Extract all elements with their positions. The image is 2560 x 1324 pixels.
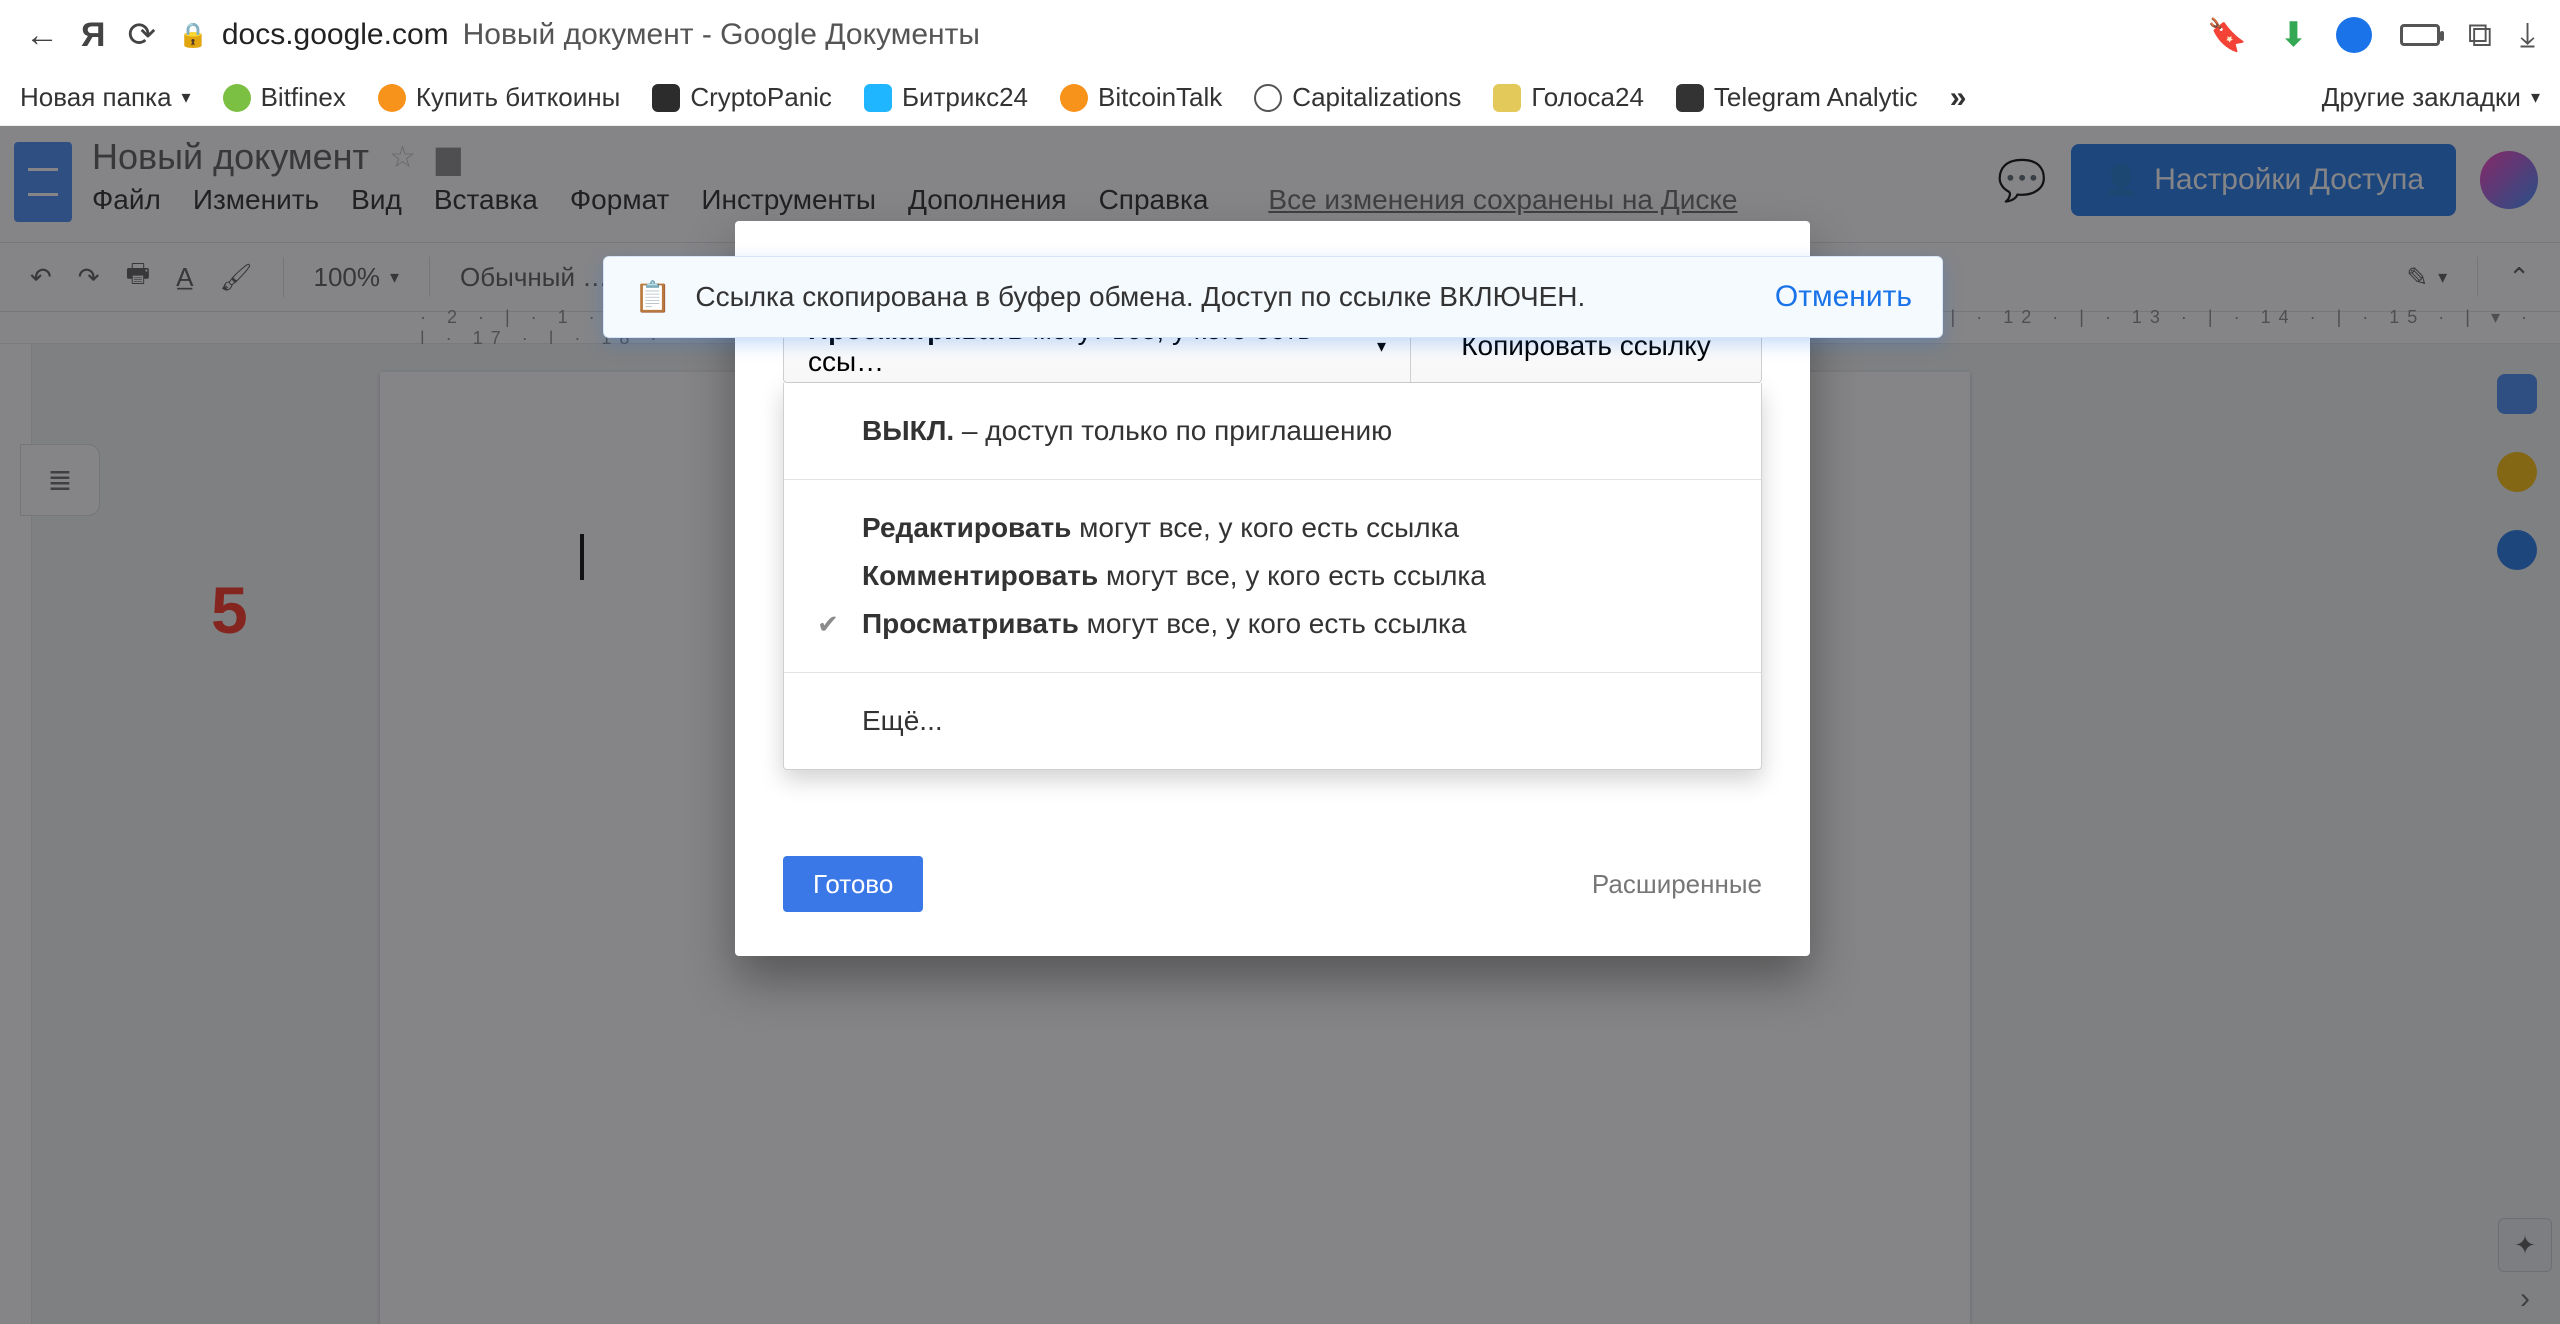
url-domain: docs.google.com xyxy=(222,18,449,52)
translate-icon[interactable]: ⧉ xyxy=(2468,16,2492,55)
bookmark-label: Другие закладки xyxy=(2322,82,2521,113)
downloads-icon[interactable]: ⬇ xyxy=(2279,15,2308,55)
bookmark-label: Купить биткоины xyxy=(416,82,620,113)
option-comment-rest: могут все, у кого есть ссылка xyxy=(1098,560,1486,591)
cryptopanic-icon xyxy=(652,84,680,112)
option-view-rest: могут все, у кого есть ссылка xyxy=(1079,608,1467,639)
url-title: Новый документ - Google Документы xyxy=(463,18,980,52)
copy-link-toast: 📋 Ссылка скопирована в буфер обмена. Дос… xyxy=(603,256,1943,338)
battery-icon xyxy=(2400,24,2440,46)
option-edit-rest: могут все, у кого есть ссылка xyxy=(1071,512,1459,543)
toast-message: Ссылка скопирована в буфер обмена. Досту… xyxy=(695,281,1751,313)
chevron-down-icon: ▾ xyxy=(1377,336,1386,357)
option-more[interactable]: Ещё... xyxy=(812,697,1733,745)
advanced-link[interactable]: Расширенные xyxy=(1592,869,1762,900)
reload-icon[interactable]: ⟳ xyxy=(127,15,156,55)
bookmark-label: Битрикс24 xyxy=(902,82,1028,113)
bitcoin-icon xyxy=(1060,84,1088,112)
download-arrow-icon[interactable]: ⤓ xyxy=(2520,16,2535,55)
golosa24-icon xyxy=(1493,84,1521,112)
bookmark-label: Голоса24 xyxy=(1531,82,1644,113)
bookmark-label: Новая папка xyxy=(20,82,172,113)
clipboard-icon: 📋 xyxy=(634,280,671,315)
option-comment[interactable]: Комментировать могут все, у кого есть сс… xyxy=(812,552,1733,600)
chevron-down-icon: ▾ xyxy=(2531,87,2540,108)
option-edit[interactable]: Редактировать могут все, у кого есть ссы… xyxy=(812,504,1733,552)
bm-capitalizations[interactable]: Capitalizations xyxy=(1254,82,1461,113)
bookmarks-overflow[interactable]: » xyxy=(1950,81,1967,115)
bookmark-label: Capitalizations xyxy=(1292,82,1461,113)
back-icon[interactable]: ← xyxy=(25,16,59,55)
browser-right-icons: ⬇ ⧉ ⤓ xyxy=(2279,15,2535,55)
bm-buy-bitcoin[interactable]: Купить биткоины xyxy=(378,82,620,113)
bm-cryptopanic[interactable]: CryptoPanic xyxy=(652,82,832,113)
bookmarks-bar: Новая папка ▾ Bitfinex Купить биткоины C… xyxy=(0,70,2560,126)
docs-app: Новый документ ☆ ▆ Файл Изменить Вид Вст… xyxy=(0,126,2560,1324)
check-icon: ✔ xyxy=(812,609,844,640)
bm-telegram-analytics[interactable]: Telegram Analytic xyxy=(1676,82,1918,113)
extension-icon[interactable] xyxy=(2336,17,2372,53)
done-button[interactable]: Готово xyxy=(783,856,923,912)
option-off[interactable]: ВЫКЛ. – доступ только по приглашению xyxy=(812,407,1733,455)
browser-toolbar: ← Я ⟳ 🔒 docs.google.com Новый документ -… xyxy=(0,0,2560,70)
coinmarketcap-icon xyxy=(1254,84,1282,112)
bar-chart-icon xyxy=(1676,84,1704,112)
toast-undo-button[interactable]: Отменить xyxy=(1775,280,1912,314)
option-view-bold: Просматривать xyxy=(862,608,1079,639)
option-edit-bold: Редактировать xyxy=(862,512,1071,543)
bm-bitcointalk[interactable]: BitcoinTalk xyxy=(1060,82,1222,113)
yandex-icon[interactable]: Я xyxy=(81,16,105,55)
option-comment-bold: Комментировать xyxy=(862,560,1098,591)
bm-golosa24[interactable]: Голоса24 xyxy=(1493,82,1644,113)
bitcoin-icon xyxy=(378,84,406,112)
bookmark-label: BitcoinTalk xyxy=(1098,82,1222,113)
bitrix24-icon xyxy=(864,84,892,112)
url-bar[interactable]: 🔒 docs.google.com Новый документ - Googl… xyxy=(178,10,2257,60)
bm-new-folder[interactable]: Новая папка ▾ xyxy=(20,82,191,113)
done-label: Готово xyxy=(813,869,893,899)
other-bookmarks[interactable]: Другие закладки ▾ xyxy=(2322,82,2540,113)
option-off-rest: – доступ только по приглашению xyxy=(954,415,1392,446)
bookmark-label: Telegram Analytic xyxy=(1714,82,1918,113)
bookmark-label: CryptoPanic xyxy=(690,82,832,113)
option-view[interactable]: ✔ Просматривать могут все, у кого есть с… xyxy=(812,600,1733,648)
bm-bitfinex[interactable]: Bitfinex xyxy=(223,82,346,113)
bm-bitrix24[interactable]: Битрикс24 xyxy=(864,82,1028,113)
lock-icon: 🔒 xyxy=(178,21,208,50)
option-off-bold: ВЫКЛ. xyxy=(862,415,954,446)
permission-dropdown: ВЫКЛ. – доступ только по приглашению Ред… xyxy=(783,383,1762,770)
leaf-icon xyxy=(223,84,251,112)
bookmark-label: Bitfinex xyxy=(261,82,346,113)
bookmark-page-icon[interactable]: 🔖 xyxy=(2207,16,2247,54)
chevron-down-icon: ▾ xyxy=(182,87,191,108)
option-more-label: Ещё... xyxy=(862,705,943,737)
